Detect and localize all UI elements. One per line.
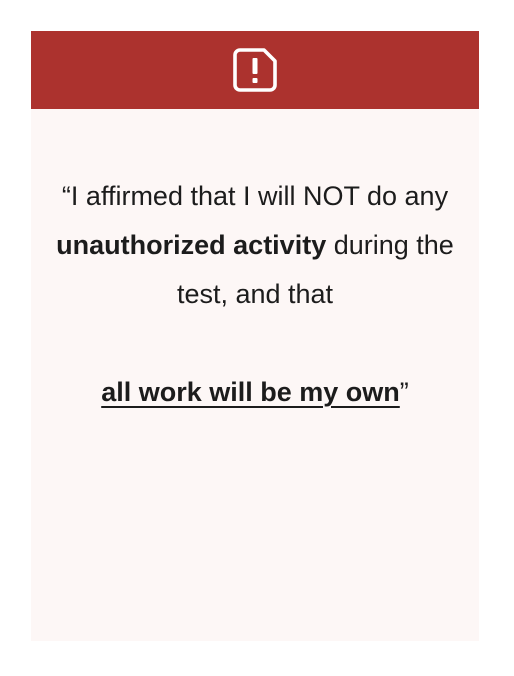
pledge-underlined-own-work: all work will be my own [101, 377, 400, 407]
alert-square-icon [233, 48, 277, 92]
open-quote: “ [61, 181, 71, 211]
pledge-bold-unauthorized: unauthorized activity [56, 230, 327, 260]
pledge-part-1: I affirmed that I will NOT do any [70, 181, 449, 211]
close-quote: ” [399, 377, 409, 407]
card-header [31, 31, 479, 109]
pledge-text: “I affirmed that I will NOT do any unaut… [31, 109, 479, 417]
pledge-spacer [49, 319, 461, 368]
pledge-card: “I affirmed that I will NOT do any unaut… [31, 31, 479, 641]
pledge-final-line: all work will be my own” [101, 377, 409, 407]
